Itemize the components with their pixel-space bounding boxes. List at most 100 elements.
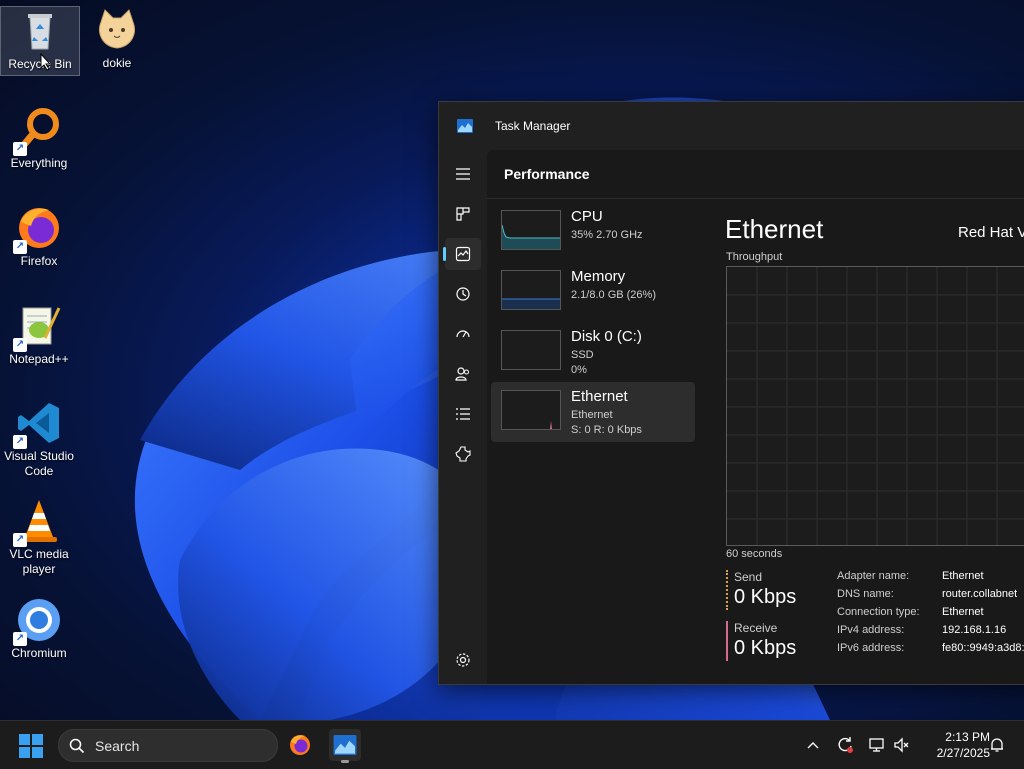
disk-thumbnail-graph	[501, 330, 561, 370]
receive-legend-bar	[726, 621, 728, 661]
perf-item-detail: 2.1/8.0 GB (26%)	[571, 289, 656, 301]
prop-ipv4: IPv4 address: 192.168.1.16	[837, 624, 1024, 642]
shortcut-arrow-icon: ↗	[13, 338, 27, 352]
services-icon	[455, 446, 471, 462]
adapter-model-name: Red Hat V	[958, 224, 1024, 241]
perf-item-ethernet[interactable]: Ethernet Ethernet S: 0 R: 0 Kbps	[491, 382, 695, 442]
main-pane: Performance CPU 35% 2.70 GHz Memory 2.1/…	[487, 150, 1024, 684]
performance-icon	[455, 246, 471, 262]
detail-title: Ethernet	[725, 214, 824, 244]
memory-thumbnail-graph	[501, 270, 561, 310]
desktop-icon-vscode[interactable]: ↗ Visual Studio Code	[0, 399, 78, 479]
show-hidden-icons-chevron-up-icon[interactable]	[802, 734, 824, 756]
desktop-icon-chromium[interactable]: ↗ Chromium	[0, 596, 78, 661]
desktop-icon-notepadpp[interactable]: ↗ Notepad++	[0, 302, 78, 367]
prop-key: Connection type:	[837, 606, 920, 618]
notepadpp-icon: ↗	[13, 302, 63, 352]
desktop-icon-dokie[interactable]: dokie	[78, 6, 156, 71]
prop-key: IPv4 address:	[837, 624, 905, 636]
prop-value: Ethernet	[942, 570, 984, 582]
prop-dns-name: DNS name: router.collabnet	[837, 588, 1024, 606]
prop-key: DNS name:	[837, 588, 894, 600]
task-manager-app-icon	[457, 119, 473, 133]
firefox-icon	[290, 735, 310, 755]
magnifier-icon: ↗	[13, 106, 63, 156]
nav-settings[interactable]	[445, 644, 481, 676]
page-title: Performance	[504, 166, 590, 182]
menu-icon	[456, 168, 470, 180]
graph-label: Throughput	[726, 251, 783, 263]
graph-time-label: 60 seconds	[726, 548, 783, 560]
nav-performance[interactable]	[443, 238, 481, 270]
clock-date: 2/27/2025	[936, 746, 990, 760]
taskbar-search-box[interactable]	[58, 729, 278, 762]
title-bar[interactable]: Task Manager	[439, 102, 1024, 150]
start-button-windows-icon[interactable]	[19, 734, 43, 758]
performance-list: CPU 35% 2.70 GHz Memory 2.1/8.0 GB (26%)…	[491, 202, 695, 442]
page-header: Performance	[487, 150, 1024, 199]
perf-item-memory[interactable]: Memory 2.1/8.0 GB (26%)	[491, 262, 695, 322]
desktop-icon-label: dokie	[102, 56, 132, 70]
desktop-icon-firefox[interactable]: ↗ Firefox	[0, 204, 78, 269]
perf-item-name: Memory	[571, 268, 626, 285]
perf-item-cpu[interactable]: CPU 35% 2.70 GHz	[491, 202, 695, 262]
network-icon[interactable]	[866, 734, 888, 756]
notification-bell-icon[interactable]	[986, 734, 1008, 756]
system-clock[interactable]: 2:13 PM 2/27/2025	[918, 729, 990, 761]
navigation-rail	[439, 150, 487, 684]
nav-users[interactable]	[445, 358, 481, 390]
running-indicator	[341, 760, 349, 763]
search-icon	[69, 738, 85, 754]
prop-ipv6: IPv6 address: fe80::9949:a3d8:	[837, 642, 1024, 660]
perf-item-name: Ethernet	[571, 388, 628, 405]
taskbar-app-firefox[interactable]	[284, 729, 316, 761]
desktop-icon-everything[interactable]: ↗ Everything	[0, 106, 78, 171]
nav-services[interactable]	[445, 438, 481, 470]
shortcut-arrow-icon: ↗	[13, 240, 27, 254]
desktop-icon-label: Chromium	[11, 646, 67, 660]
nav-startup-apps[interactable]	[445, 318, 481, 350]
shortcut-arrow-icon: ↗	[13, 435, 27, 449]
shortcut-arrow-icon: ↗	[13, 533, 27, 547]
desktop-icon-label: Firefox	[20, 254, 58, 268]
perf-item-disk[interactable]: Disk 0 (C:) SSD 0%	[491, 322, 695, 382]
update-sync-icon[interactable]	[834, 734, 856, 756]
perf-item-detail-2: S: 0 R: 0 Kbps	[571, 424, 642, 436]
volume-muted-icon[interactable]	[891, 734, 913, 756]
prop-adapter-name: Adapter name: Ethernet	[837, 570, 1024, 588]
desktop-icon-vlc[interactable]: ↗ VLC media player	[0, 497, 78, 577]
taskbar: 2:13 PM 2/27/2025	[0, 720, 1024, 769]
settings-icon	[456, 653, 470, 667]
nav-app-history[interactable]	[445, 278, 481, 310]
processes-icon	[456, 207, 470, 221]
window-title: Task Manager	[495, 119, 571, 133]
task-manager-icon	[333, 735, 357, 755]
prop-value: router.collabnet	[942, 588, 1018, 600]
adapter-properties: Adapter name: Ethernet DNS name: router.…	[837, 570, 1024, 660]
details-icon	[456, 408, 470, 420]
menu-button[interactable]	[445, 158, 481, 190]
prop-key: IPv6 address:	[837, 642, 905, 654]
perf-item-detail: SSD	[571, 349, 594, 361]
receive-label: Receive	[734, 621, 778, 635]
vlc-icon: ↗	[13, 497, 63, 547]
firefox-icon: ↗	[13, 204, 63, 254]
perf-item-name: CPU	[571, 208, 603, 225]
nav-processes[interactable]	[445, 198, 481, 230]
receive-value: 0 Kbps	[734, 637, 797, 659]
vscode-icon: ↗	[13, 399, 63, 449]
prop-connection-type: Connection type: Ethernet	[837, 606, 1024, 624]
prop-key: Adapter name:	[837, 570, 910, 582]
send-label: Send	[734, 570, 763, 584]
recycle-bin-icon	[16, 7, 64, 55]
perf-item-detail: 35% 2.70 GHz	[571, 229, 643, 241]
nav-details[interactable]	[445, 398, 481, 430]
app-history-icon	[456, 287, 470, 301]
search-input[interactable]	[93, 736, 267, 756]
desktop-icon-label: Notepad++	[9, 352, 69, 366]
startup-apps-icon	[456, 330, 470, 338]
task-manager-window[interactable]: Task Manager Performance CPU 35% 2.70 GH…	[438, 101, 1024, 685]
taskbar-app-task-manager[interactable]	[329, 729, 361, 763]
ethernet-thumbnail-graph	[501, 390, 561, 430]
shortcut-arrow-icon: ↗	[13, 142, 27, 156]
